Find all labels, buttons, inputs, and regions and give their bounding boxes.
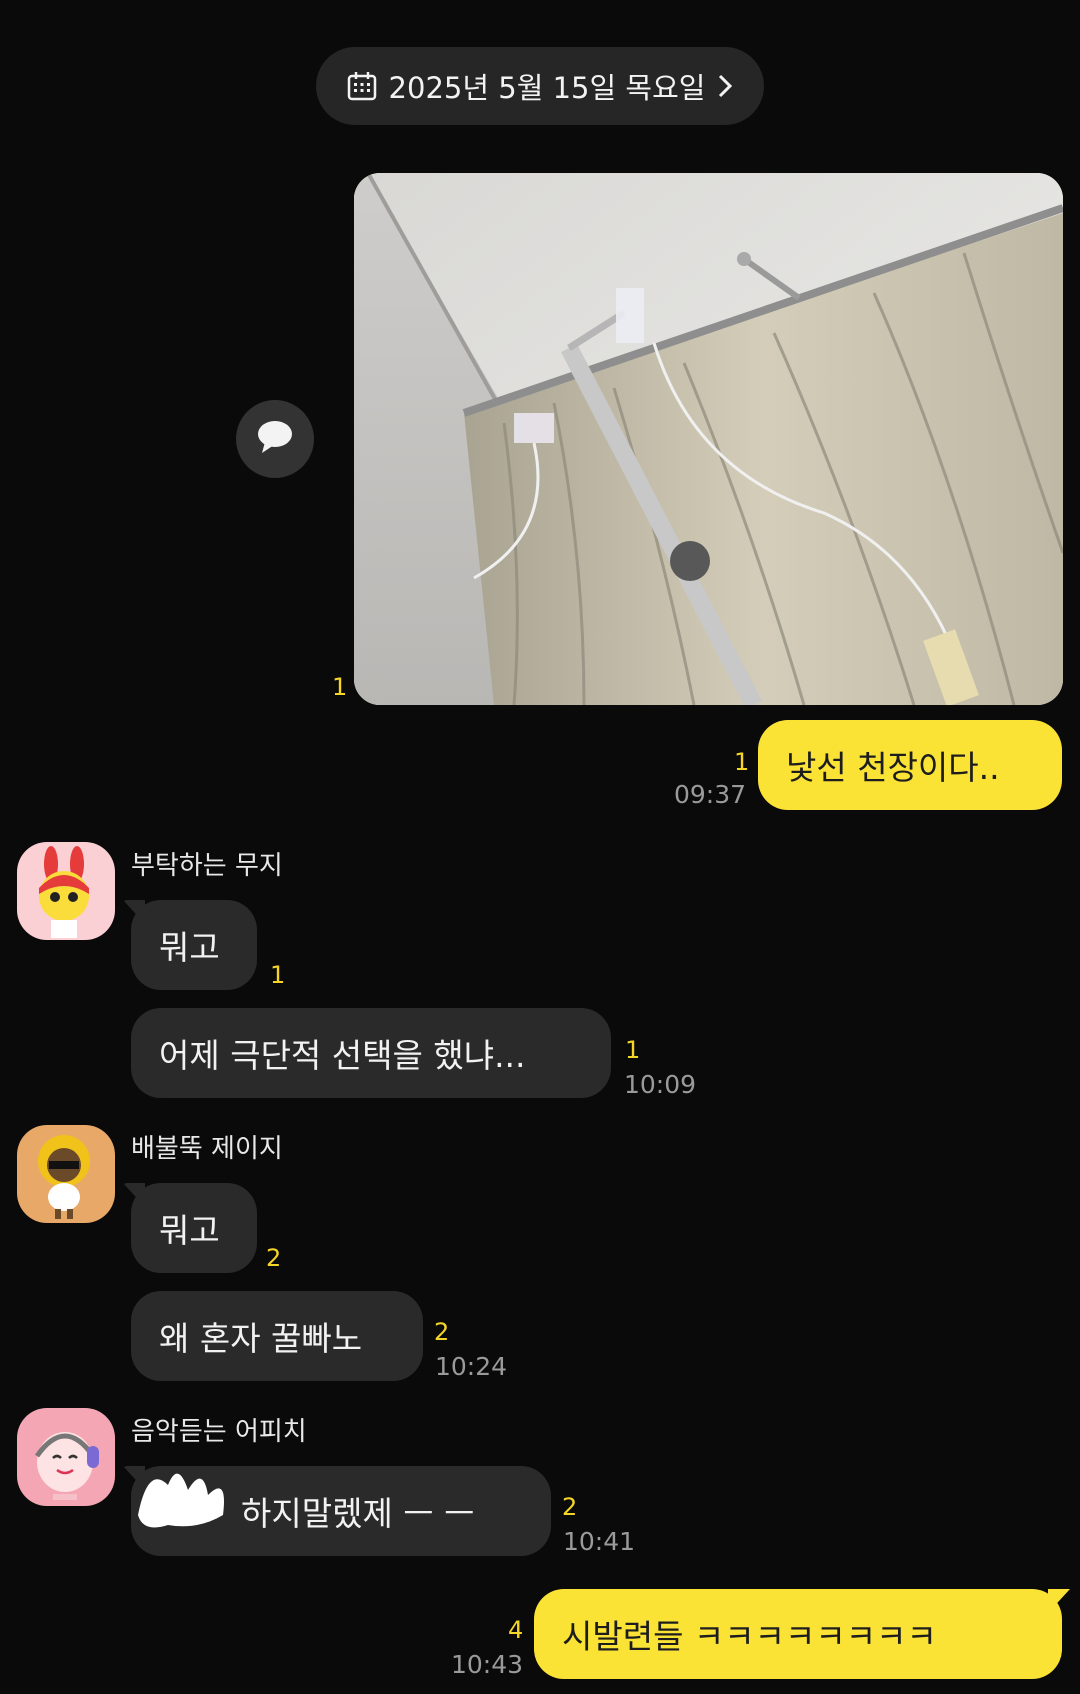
date-label: 2025년 5월 15일 목요일: [388, 71, 706, 105]
sender-name: 부탁하는 무지: [131, 851, 283, 881]
message-time: 10:41: [563, 1527, 636, 1556]
message-bubble[interactable]: 왜 혼자 꿀빠노: [131, 1291, 423, 1381]
message-text: 뭐고: [159, 1211, 220, 1250]
message-bubble[interactable]: 뭐고: [131, 1183, 257, 1273]
share-button[interactable]: [236, 400, 314, 478]
unread-count: 1: [625, 1036, 641, 1064]
unread-count: 2: [562, 1493, 578, 1521]
unread-count: 1: [332, 673, 348, 701]
my-message-bubble[interactable]: 시발련들 ㅋㅋㅋㅋㅋㅋㅋㅋ: [534, 1589, 1062, 1679]
avatar-muzi[interactable]: [17, 842, 115, 940]
calendar-icon: [347, 71, 377, 101]
unread-count: 2: [266, 1244, 282, 1272]
sender-name: 배불뚝 제이지: [131, 1134, 283, 1164]
avatar-jayg[interactable]: [17, 1125, 115, 1223]
message-text: 시발련들 ㅋㅋㅋㅋㅋㅋㅋㅋ: [562, 1617, 937, 1656]
unread-count: 1: [734, 748, 750, 776]
unread-count: 4: [508, 1616, 524, 1644]
sender-name: 음악듣는 어피치: [131, 1417, 307, 1447]
message-text: 낯선 천장이다..: [786, 748, 1000, 787]
message-text: 뭐고: [159, 928, 220, 967]
my-message-bubble[interactable]: 낯선 천장이다..: [758, 720, 1062, 810]
message-bubble[interactable]: 뭐고: [131, 900, 257, 990]
message-time: 10:09: [624, 1070, 697, 1099]
unread-count: 2: [434, 1318, 450, 1346]
message-time: 10:24: [435, 1352, 508, 1381]
unread-count: 1: [270, 961, 286, 989]
message-text: 왜 혼자 꿀빠노: [159, 1319, 363, 1358]
message-text: 어제 극단적 선택을 했냐...: [159, 1036, 526, 1075]
message-bubble[interactable]: 어제 극단적 선택을 했냐...: [131, 1008, 611, 1098]
photo-attachment[interactable]: [354, 173, 1063, 705]
chevron-right-icon: [717, 73, 733, 99]
date-divider[interactable]: 2025년 5월 15일 목요일: [316, 47, 764, 125]
redaction-scribble: [138, 1473, 224, 1528]
message-text: 하지말렜제 ㅡ ㅡ: [241, 1494, 475, 1533]
speech-bubble-icon: [256, 420, 294, 458]
avatar-apeach[interactable]: [17, 1408, 115, 1506]
message-time: 09:37: [674, 780, 747, 809]
message-time: 10:43: [451, 1650, 524, 1679]
